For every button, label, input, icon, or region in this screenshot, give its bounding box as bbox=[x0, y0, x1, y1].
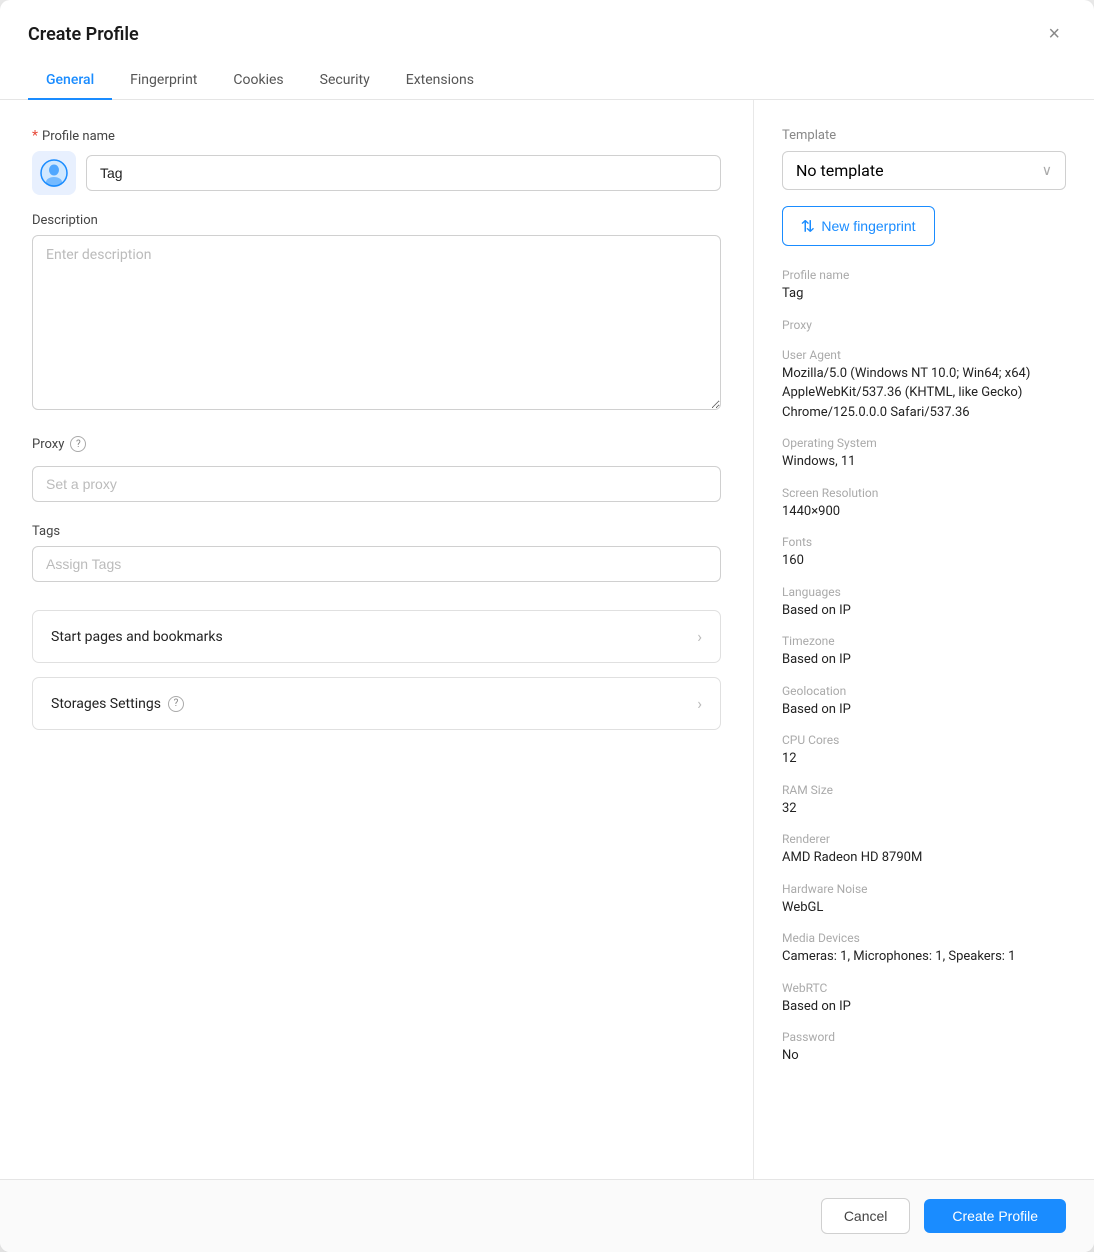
tab-bar: General Fingerprint Cookies Security Ext… bbox=[0, 52, 1094, 100]
info-timezone-val: Based on IP bbox=[782, 650, 1066, 670]
modal-body: * Profile name Description bbox=[0, 100, 1094, 1179]
info-renderer-key: Renderer bbox=[782, 832, 1066, 846]
proxy-label-row: Proxy ? bbox=[32, 436, 721, 452]
info-user-agent-key: User Agent bbox=[782, 348, 1066, 362]
modal-title: Create Profile bbox=[28, 24, 139, 45]
storage-settings-chevron-icon: › bbox=[697, 694, 702, 713]
info-user-agent: User Agent Mozilla/5.0 (Windows NT 10.0;… bbox=[782, 348, 1066, 423]
start-pages-row[interactable]: Start pages and bookmarks › bbox=[32, 610, 721, 663]
info-languages: Languages Based on IP bbox=[782, 585, 1066, 621]
info-media-devices-key: Media Devices bbox=[782, 931, 1066, 945]
tab-security[interactable]: Security bbox=[302, 62, 388, 100]
info-os-val: Windows, 11 bbox=[782, 452, 1066, 472]
info-webrtc: WebRTC Based on IP bbox=[782, 981, 1066, 1017]
new-fingerprint-button[interactable]: ⇄ New fingerprint bbox=[782, 206, 935, 246]
info-profile-name: Profile name Tag bbox=[782, 268, 1066, 304]
info-ram: RAM Size 32 bbox=[782, 783, 1066, 819]
modal-footer: Cancel Create Profile bbox=[0, 1179, 1094, 1252]
info-proxy-key: Proxy bbox=[782, 318, 1066, 332]
info-password-key: Password bbox=[782, 1030, 1066, 1044]
profile-name-label-row: * Profile name bbox=[32, 128, 721, 144]
tab-general[interactable]: General bbox=[28, 62, 112, 100]
profile-name-input[interactable] bbox=[86, 155, 721, 191]
tags-section: Tags bbox=[32, 524, 721, 582]
storage-settings-label: Storages Settings bbox=[51, 696, 161, 712]
template-value: No template bbox=[796, 161, 884, 180]
info-fonts-key: Fonts bbox=[782, 535, 1066, 549]
tab-extensions[interactable]: Extensions bbox=[388, 62, 492, 100]
profile-avatar-icon[interactable] bbox=[32, 151, 76, 195]
new-fingerprint-label: New fingerprint bbox=[821, 218, 915, 234]
info-screen-key: Screen Resolution bbox=[782, 486, 1066, 500]
info-webrtc-val: Based on IP bbox=[782, 997, 1066, 1017]
info-screen: Screen Resolution 1440×900 bbox=[782, 486, 1066, 522]
info-cpu-val: 12 bbox=[782, 749, 1066, 769]
info-password: Password No bbox=[782, 1030, 1066, 1066]
info-geolocation-val: Based on IP bbox=[782, 700, 1066, 720]
info-cpu-key: CPU Cores bbox=[782, 733, 1066, 747]
proxy-help-icon[interactable]: ? bbox=[70, 436, 86, 452]
info-cpu: CPU Cores 12 bbox=[782, 733, 1066, 769]
info-media-devices-val: Cameras: 1, Microphones: 1, Speakers: 1 bbox=[782, 947, 1066, 967]
template-label: Template bbox=[782, 128, 1066, 143]
start-pages-label: Start pages and bookmarks bbox=[51, 629, 223, 645]
template-select[interactable]: No template ∨ bbox=[782, 151, 1066, 190]
storage-help-icon[interactable]: ? bbox=[168, 696, 184, 712]
info-webrtc-key: WebRTC bbox=[782, 981, 1066, 995]
storage-settings-row[interactable]: Storages Settings ? › bbox=[32, 677, 721, 730]
info-languages-val: Based on IP bbox=[782, 601, 1066, 621]
start-pages-chevron-icon: › bbox=[697, 627, 702, 646]
info-timezone-key: Timezone bbox=[782, 634, 1066, 648]
info-os: Operating System Windows, 11 bbox=[782, 436, 1066, 472]
info-profile-name-val: Tag bbox=[782, 284, 1066, 304]
info-os-key: Operating System bbox=[782, 436, 1066, 450]
profile-name-label: Profile name bbox=[42, 129, 115, 144]
info-renderer: Renderer AMD Radeon HD 8790M bbox=[782, 832, 1066, 868]
tags-label: Tags bbox=[32, 524, 721, 539]
info-hardware-noise-key: Hardware Noise bbox=[782, 882, 1066, 896]
info-geolocation: Geolocation Based on IP bbox=[782, 684, 1066, 720]
close-button[interactable]: × bbox=[1042, 22, 1066, 46]
proxy-label: Proxy bbox=[32, 437, 64, 452]
profile-name-row bbox=[32, 151, 721, 195]
info-fonts: Fonts 160 bbox=[782, 535, 1066, 571]
right-panel: Template No template ∨ ⇄ New fingerprint… bbox=[754, 100, 1094, 1179]
description-textarea[interactable] bbox=[32, 235, 721, 410]
fingerprint-info-section: Profile name Tag Proxy User Agent Mozill… bbox=[782, 268, 1066, 1080]
info-ram-val: 32 bbox=[782, 799, 1066, 819]
proxy-input[interactable] bbox=[32, 466, 721, 502]
info-profile-name-key: Profile name bbox=[782, 268, 1066, 282]
tab-fingerprint[interactable]: Fingerprint bbox=[112, 62, 215, 100]
template-chevron-icon: ∨ bbox=[1042, 163, 1052, 179]
info-user-agent-val: Mozilla/5.0 (Windows NT 10.0; Win64; x64… bbox=[782, 364, 1066, 423]
info-timezone: Timezone Based on IP bbox=[782, 634, 1066, 670]
info-geolocation-key: Geolocation bbox=[782, 684, 1066, 698]
info-hardware-noise-val: WebGL bbox=[782, 898, 1066, 918]
info-renderer-val: AMD Radeon HD 8790M bbox=[782, 848, 1066, 868]
tab-cookies[interactable]: Cookies bbox=[215, 62, 301, 100]
create-profile-modal: Create Profile × General Fingerprint Coo… bbox=[0, 0, 1094, 1252]
info-ram-key: RAM Size bbox=[782, 783, 1066, 797]
info-hardware-noise: Hardware Noise WebGL bbox=[782, 882, 1066, 918]
fingerprint-icon: ⇄ bbox=[798, 219, 818, 232]
create-profile-button[interactable]: Create Profile bbox=[924, 1199, 1066, 1233]
left-panel: * Profile name Description bbox=[0, 100, 754, 1179]
info-password-val: No bbox=[782, 1046, 1066, 1066]
tags-input[interactable] bbox=[32, 546, 721, 582]
info-languages-key: Languages bbox=[782, 585, 1066, 599]
info-screen-val: 1440×900 bbox=[782, 502, 1066, 522]
required-star: * bbox=[32, 128, 38, 144]
info-media-devices: Media Devices Cameras: 1, Microphones: 1… bbox=[782, 931, 1066, 967]
description-label: Description bbox=[32, 213, 721, 228]
cancel-button[interactable]: Cancel bbox=[821, 1198, 911, 1234]
info-fonts-val: 160 bbox=[782, 551, 1066, 571]
proxy-section: Proxy ? bbox=[32, 436, 721, 502]
description-section: Description bbox=[32, 213, 721, 414]
modal-header: Create Profile × bbox=[0, 0, 1094, 46]
info-proxy: Proxy bbox=[782, 318, 1066, 334]
